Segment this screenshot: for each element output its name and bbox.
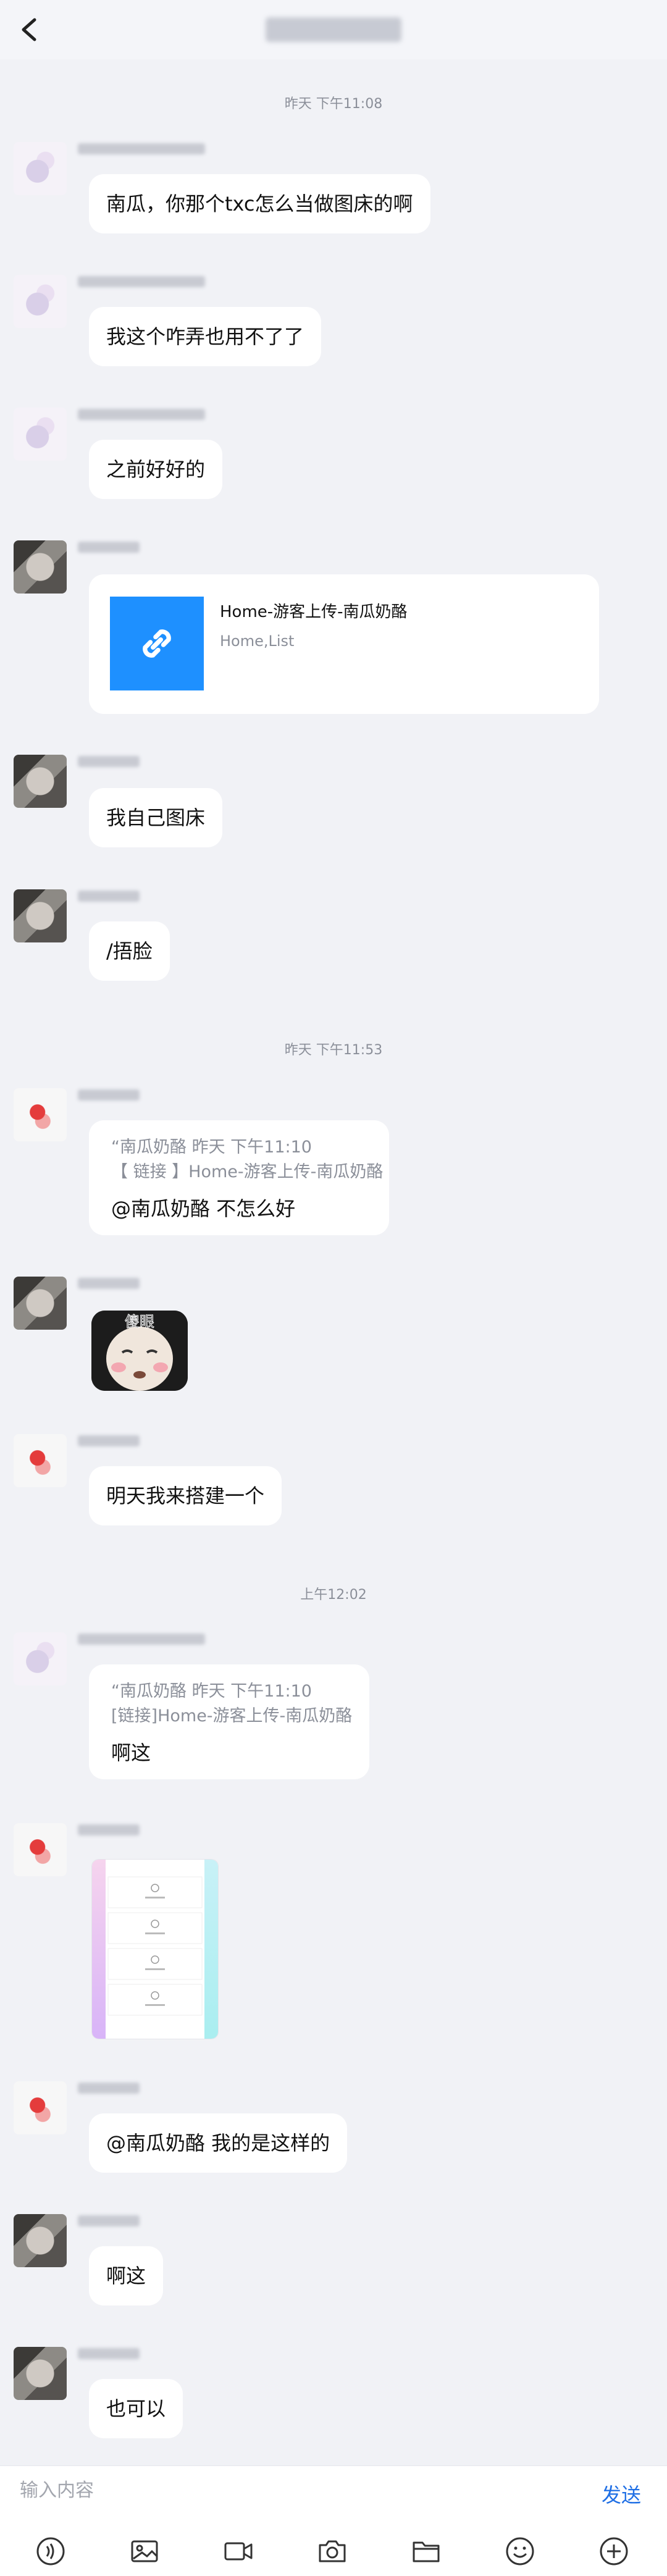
- message-text: 也可以: [106, 2397, 166, 2420]
- avatar[interactable]: [14, 142, 67, 195]
- video-icon: [224, 2542, 253, 2561]
- nickname-redacted: [78, 1089, 140, 1101]
- emoji-button[interactable]: [501, 2533, 539, 2570]
- message-text: 我自己图床: [106, 806, 206, 829]
- chevron-left-icon: [22, 18, 36, 41]
- quote-reply-bubble[interactable]: “南瓜奶酪 昨天 下午11:10 【 链接 】Home-游客上传-南瓜奶酪 @南…: [89, 1120, 389, 1235]
- time-separator: 上午12:02: [300, 1587, 367, 1603]
- quote-reply-bubble[interactable]: “南瓜奶酪 昨天 下午11:10 [链接]Home-游客上传-南瓜奶酪 啊这: [89, 1664, 369, 1779]
- message-text: 明天我来搭建一个: [106, 1484, 265, 1508]
- message-bubble[interactable]: 明天我来搭建一个: [89, 1466, 282, 1525]
- voice-icon: [36, 2537, 65, 2566]
- message-text: @南瓜奶酪 我的是这样的: [106, 2131, 330, 2155]
- message-text: 啊这: [106, 2264, 146, 2288]
- message-bubble[interactable]: 之前好好的: [89, 440, 223, 499]
- message-bubble[interactable]: 我自己图床: [89, 788, 223, 847]
- message-bubble[interactable]: @南瓜奶酪 我的是这样的: [89, 2113, 348, 2173]
- nickname-redacted: [78, 1824, 140, 1836]
- nickname-redacted: [78, 891, 140, 902]
- message-bubble[interactable]: /捂脸: [89, 921, 170, 981]
- quote-body: 【 链接 】Home-游客上传-南瓜奶酪: [111, 1162, 384, 1181]
- avatar[interactable]: [14, 889, 67, 942]
- message-input[interactable]: [19, 2475, 564, 2506]
- sticker-image[interactable]: 傻眼: [91, 1311, 188, 1391]
- app-screenshot-thumbnail: [92, 1860, 218, 2039]
- image-icon: [131, 2540, 158, 2562]
- back-button[interactable]: [11, 12, 48, 47]
- nickname-redacted: [78, 143, 205, 154]
- avatar[interactable]: [14, 1088, 67, 1141]
- input-bar: 发送: [0, 2465, 667, 2576]
- quote-header: “南瓜奶酪 昨天 下午11:10: [111, 1682, 312, 1701]
- avatar[interactable]: [14, 2081, 67, 2134]
- camera-icon: [319, 2540, 346, 2562]
- time-separator: 昨天 下午11:53: [284, 1043, 383, 1058]
- nickname-redacted: [78, 756, 140, 767]
- avatar[interactable]: [14, 275, 67, 328]
- video-button[interactable]: [220, 2533, 257, 2570]
- chat-title-redacted: [266, 17, 401, 42]
- nickname-redacted: [78, 409, 205, 420]
- image-message[interactable]: [91, 1859, 219, 2039]
- avatar[interactable]: [14, 540, 67, 594]
- more-button[interactable]: [595, 2533, 632, 2570]
- message-bubble[interactable]: 啊这: [89, 2246, 164, 2305]
- nickname-redacted: [78, 1278, 140, 1289]
- sticker-caption: 傻眼: [125, 1313, 154, 1330]
- message-bubble[interactable]: 南瓜，你那个txc怎么当做图床的啊: [89, 174, 430, 233]
- emoji-icon: [506, 2537, 534, 2566]
- nickname-redacted: [78, 2215, 140, 2226]
- link-title: Home-游客上传-南瓜奶酪: [220, 603, 408, 621]
- chat-header: [0, 0, 667, 59]
- message-text: 我这个咋弄也用不了了: [106, 325, 304, 348]
- message-text: 之前好好的: [106, 458, 206, 481]
- message-text: @南瓜奶酪 不怎么好: [111, 1197, 296, 1220]
- avatar[interactable]: [14, 755, 67, 808]
- folder-button[interactable]: [408, 2533, 445, 2570]
- plus-icon: [600, 2537, 628, 2566]
- quote-body: [链接]Home-游客上传-南瓜奶酪: [111, 1706, 353, 1726]
- voice-button[interactable]: [32, 2533, 69, 2570]
- avatar[interactable]: [14, 1434, 67, 1487]
- send-button[interactable]: 发送: [602, 2480, 641, 2508]
- nickname-redacted: [78, 1634, 205, 1645]
- nickname-redacted: [78, 2348, 140, 2359]
- link-card[interactable]: Home-游客上传-南瓜奶酪 Home,List: [89, 574, 599, 714]
- avatar[interactable]: [14, 1277, 67, 1330]
- meme-face-icon: 傻眼: [91, 1311, 188, 1391]
- avatar[interactable]: [14, 1823, 67, 1876]
- folder-icon: [413, 2541, 440, 2562]
- nickname-redacted: [78, 276, 205, 287]
- camera-button[interactable]: [314, 2533, 351, 2570]
- quote-header: “南瓜奶酪 昨天 下午11:10: [111, 1138, 312, 1157]
- input-toolbar: [0, 2533, 667, 2570]
- link-subtitle: Home,List: [220, 632, 295, 650]
- link-thumbnail: [110, 597, 204, 690]
- nickname-redacted: [78, 2083, 140, 2094]
- message-bubble[interactable]: 也可以: [89, 2379, 183, 2438]
- image-button[interactable]: [126, 2533, 163, 2570]
- message-text: 南瓜，你那个txc怎么当做图床的啊: [106, 192, 413, 216]
- avatar[interactable]: [14, 2347, 67, 2400]
- message-text: /捂脸: [106, 939, 153, 963]
- avatar[interactable]: [14, 2214, 67, 2267]
- link-icon: [143, 629, 171, 658]
- nickname-redacted: [78, 1435, 140, 1446]
- time-separator: 昨天 下午11:08: [284, 96, 383, 112]
- nickname-redacted: [78, 542, 140, 553]
- avatar[interactable]: [14, 408, 67, 461]
- message-bubble[interactable]: 我这个咋弄也用不了了: [89, 307, 322, 366]
- message-text: 啊这: [111, 1741, 151, 1764]
- avatar[interactable]: [14, 1632, 67, 1685]
